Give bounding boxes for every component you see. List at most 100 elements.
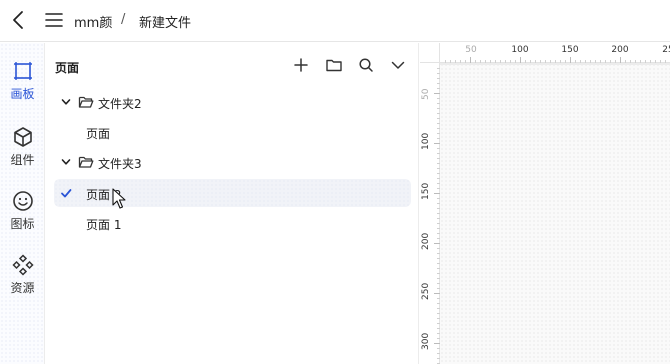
breadcrumb-user[interactable]: mm颜	[74, 12, 112, 31]
canvas-guide	[440, 63, 670, 65]
back-arrow-icon[interactable]	[8, 9, 30, 31]
ruler-tick	[465, 60, 466, 63]
panel-title: 页面	[55, 61, 80, 75]
chevron-down-icon[interactable]	[389, 56, 407, 74]
ruler-tick	[437, 163, 440, 164]
ruler-tick	[600, 60, 601, 63]
mouse-pointer-icon	[112, 188, 126, 209]
ruler-tick	[434, 243, 440, 244]
hamburger-menu-icon[interactable]	[44, 10, 64, 30]
ruler-tick	[635, 60, 636, 63]
ruler-tick	[437, 268, 440, 269]
ruler-tick	[575, 60, 576, 63]
ruler-tick	[490, 60, 491, 63]
ruler-tick	[437, 153, 440, 154]
folder-icon[interactable]	[325, 56, 343, 74]
ruler-tick	[570, 57, 571, 63]
breadcrumb-file-name[interactable]: 新建文件	[139, 12, 191, 31]
vertical-ruler: 50 100 150 200 250 300	[420, 43, 440, 364]
ruler-tick	[665, 60, 666, 63]
ruler-tick	[437, 353, 440, 354]
ruler-label: 200	[421, 232, 431, 250]
ruler-tick	[437, 233, 440, 234]
ruler-tick	[437, 148, 440, 149]
smiley-icon	[12, 191, 33, 211]
ruler-tick	[437, 273, 440, 274]
ruler-tick	[437, 198, 440, 199]
folder-open-icon	[78, 96, 94, 108]
ruler-tick	[434, 93, 440, 94]
tree-label: 文件夹2	[98, 97, 142, 111]
plus-icon[interactable]	[292, 56, 310, 74]
tree-folder-3[interactable]: 文件夹3	[54, 148, 411, 176]
ruler-label: 100	[511, 45, 529, 55]
ruler-tick	[434, 193, 440, 194]
ruler-tick	[437, 133, 440, 134]
ruler-tick	[510, 60, 511, 63]
rail-item-label: 资源	[10, 281, 35, 295]
ruler-tick	[437, 203, 440, 204]
ruler-tick	[437, 228, 440, 229]
ruler-tick	[437, 118, 440, 119]
ruler-tick	[620, 57, 621, 63]
ruler-tick	[595, 60, 596, 63]
ruler-tick	[437, 248, 440, 249]
ruler-tick	[437, 178, 440, 179]
ruler-tick	[525, 60, 526, 63]
rail-item-icons[interactable]: 图标	[0, 190, 45, 246]
ruler-tick	[437, 238, 440, 239]
ruler-tick	[437, 188, 440, 189]
ruler-tick	[437, 113, 440, 114]
ruler-tick	[535, 60, 536, 63]
ruler-tick	[475, 60, 476, 63]
ruler-tick	[505, 60, 506, 63]
ruler-tick	[625, 60, 626, 63]
rail-item-resources[interactable]: 资源	[0, 254, 45, 310]
design-canvas[interactable]: 50 100 150 200 25 50 100 150 200 250 300	[420, 43, 670, 364]
ruler-tick	[550, 60, 551, 63]
ruler-tick	[640, 60, 641, 63]
ruler-tick	[590, 60, 591, 63]
ruler-tick	[455, 60, 456, 63]
ruler-tick	[437, 98, 440, 99]
rail-item-label: 画板	[10, 87, 35, 101]
ruler-tick	[437, 158, 440, 159]
ruler-tick	[500, 60, 501, 63]
ruler-tick	[437, 103, 440, 104]
ruler-tick	[437, 313, 440, 314]
rail-item-components[interactable]: 组件	[0, 126, 45, 182]
ruler-tick	[540, 60, 541, 63]
tree-page[interactable]: 页面	[54, 118, 411, 146]
ruler-tick	[545, 60, 546, 63]
caret-down-icon[interactable]	[60, 96, 72, 108]
ruler-tick	[585, 60, 586, 63]
tree-page-2-selected[interactable]: 页面 2	[54, 179, 411, 207]
left-rail: 画板 组件 图标 资源	[0, 43, 45, 364]
ruler-tick	[437, 318, 440, 319]
ruler-tick	[437, 338, 440, 339]
horizontal-ruler: 50 100 150 200 25	[420, 43, 670, 63]
rail-item-label: 组件	[10, 153, 35, 167]
tree-page-1[interactable]: 页面 1	[54, 209, 411, 237]
caret-down-icon[interactable]	[60, 156, 72, 168]
ruler-tick	[560, 60, 561, 63]
tree-label: 文件夹3	[98, 157, 142, 171]
ruler-tick	[437, 123, 440, 124]
ruler-tick	[460, 60, 461, 63]
ruler-tick	[437, 88, 440, 89]
ruler-tick	[437, 128, 440, 129]
ruler-tick	[437, 83, 440, 84]
tree-label: 页面 1	[86, 218, 122, 232]
ruler-tick	[437, 258, 440, 259]
ruler-tick	[437, 333, 440, 334]
ruler-label: 250	[421, 282, 431, 300]
ruler-tick	[445, 60, 446, 63]
ruler-tick	[437, 308, 440, 309]
ruler-tick	[565, 60, 566, 63]
ruler-tick	[515, 60, 516, 63]
tree-folder-2[interactable]: 文件夹2	[54, 88, 411, 116]
search-icon[interactable]	[357, 56, 375, 74]
ruler-tick	[480, 60, 481, 63]
rail-item-artboard[interactable]: 画板	[0, 60, 45, 116]
ruler-tick	[437, 328, 440, 329]
